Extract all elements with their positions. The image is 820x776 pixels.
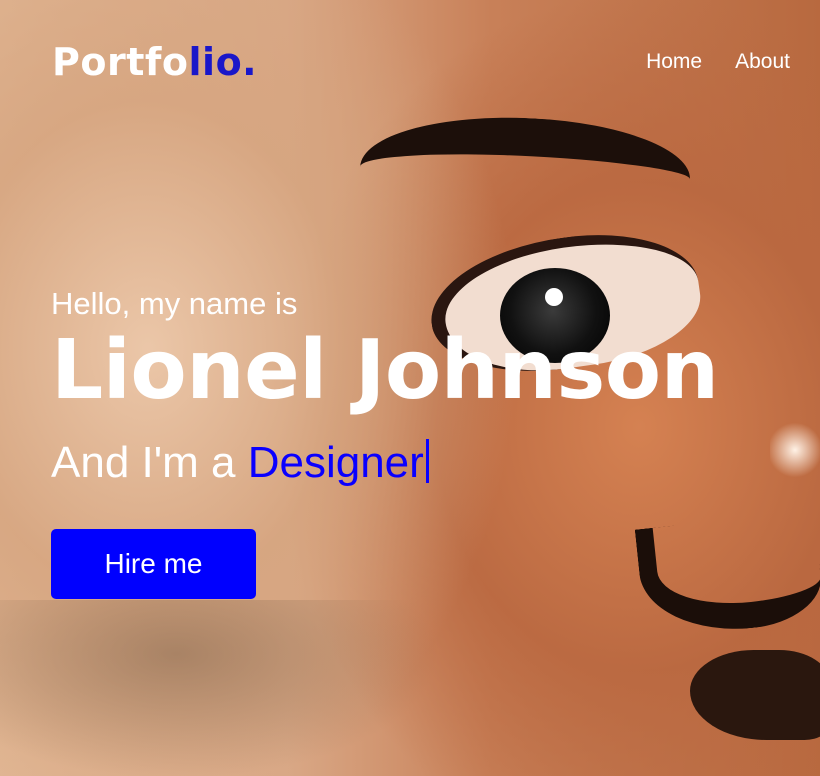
- painted-mustache: [690, 650, 820, 740]
- hero-greeting: Hello, my name is: [51, 286, 298, 321]
- main-nav: Home About: [646, 50, 790, 74]
- hero-content: Hello, my name is Lionel Johnson And I'm…: [51, 286, 719, 488]
- logo-accent: lio.: [188, 40, 258, 84]
- hero-role: Designer: [247, 438, 424, 487]
- nav-link-about[interactable]: About: [735, 50, 790, 74]
- hero-name: Lionel Johnson: [51, 323, 719, 418]
- typing-cursor: [425, 439, 429, 483]
- nav-link-home[interactable]: Home: [646, 50, 702, 74]
- hero-tagline: And I'm a Designer: [51, 438, 718, 488]
- site-header: Portfolio. Home About: [0, 0, 820, 130]
- painted-nose: [634, 510, 820, 640]
- hire-me-button[interactable]: Hire me: [51, 529, 256, 599]
- site-logo[interactable]: Portfolio.: [52, 40, 257, 84]
